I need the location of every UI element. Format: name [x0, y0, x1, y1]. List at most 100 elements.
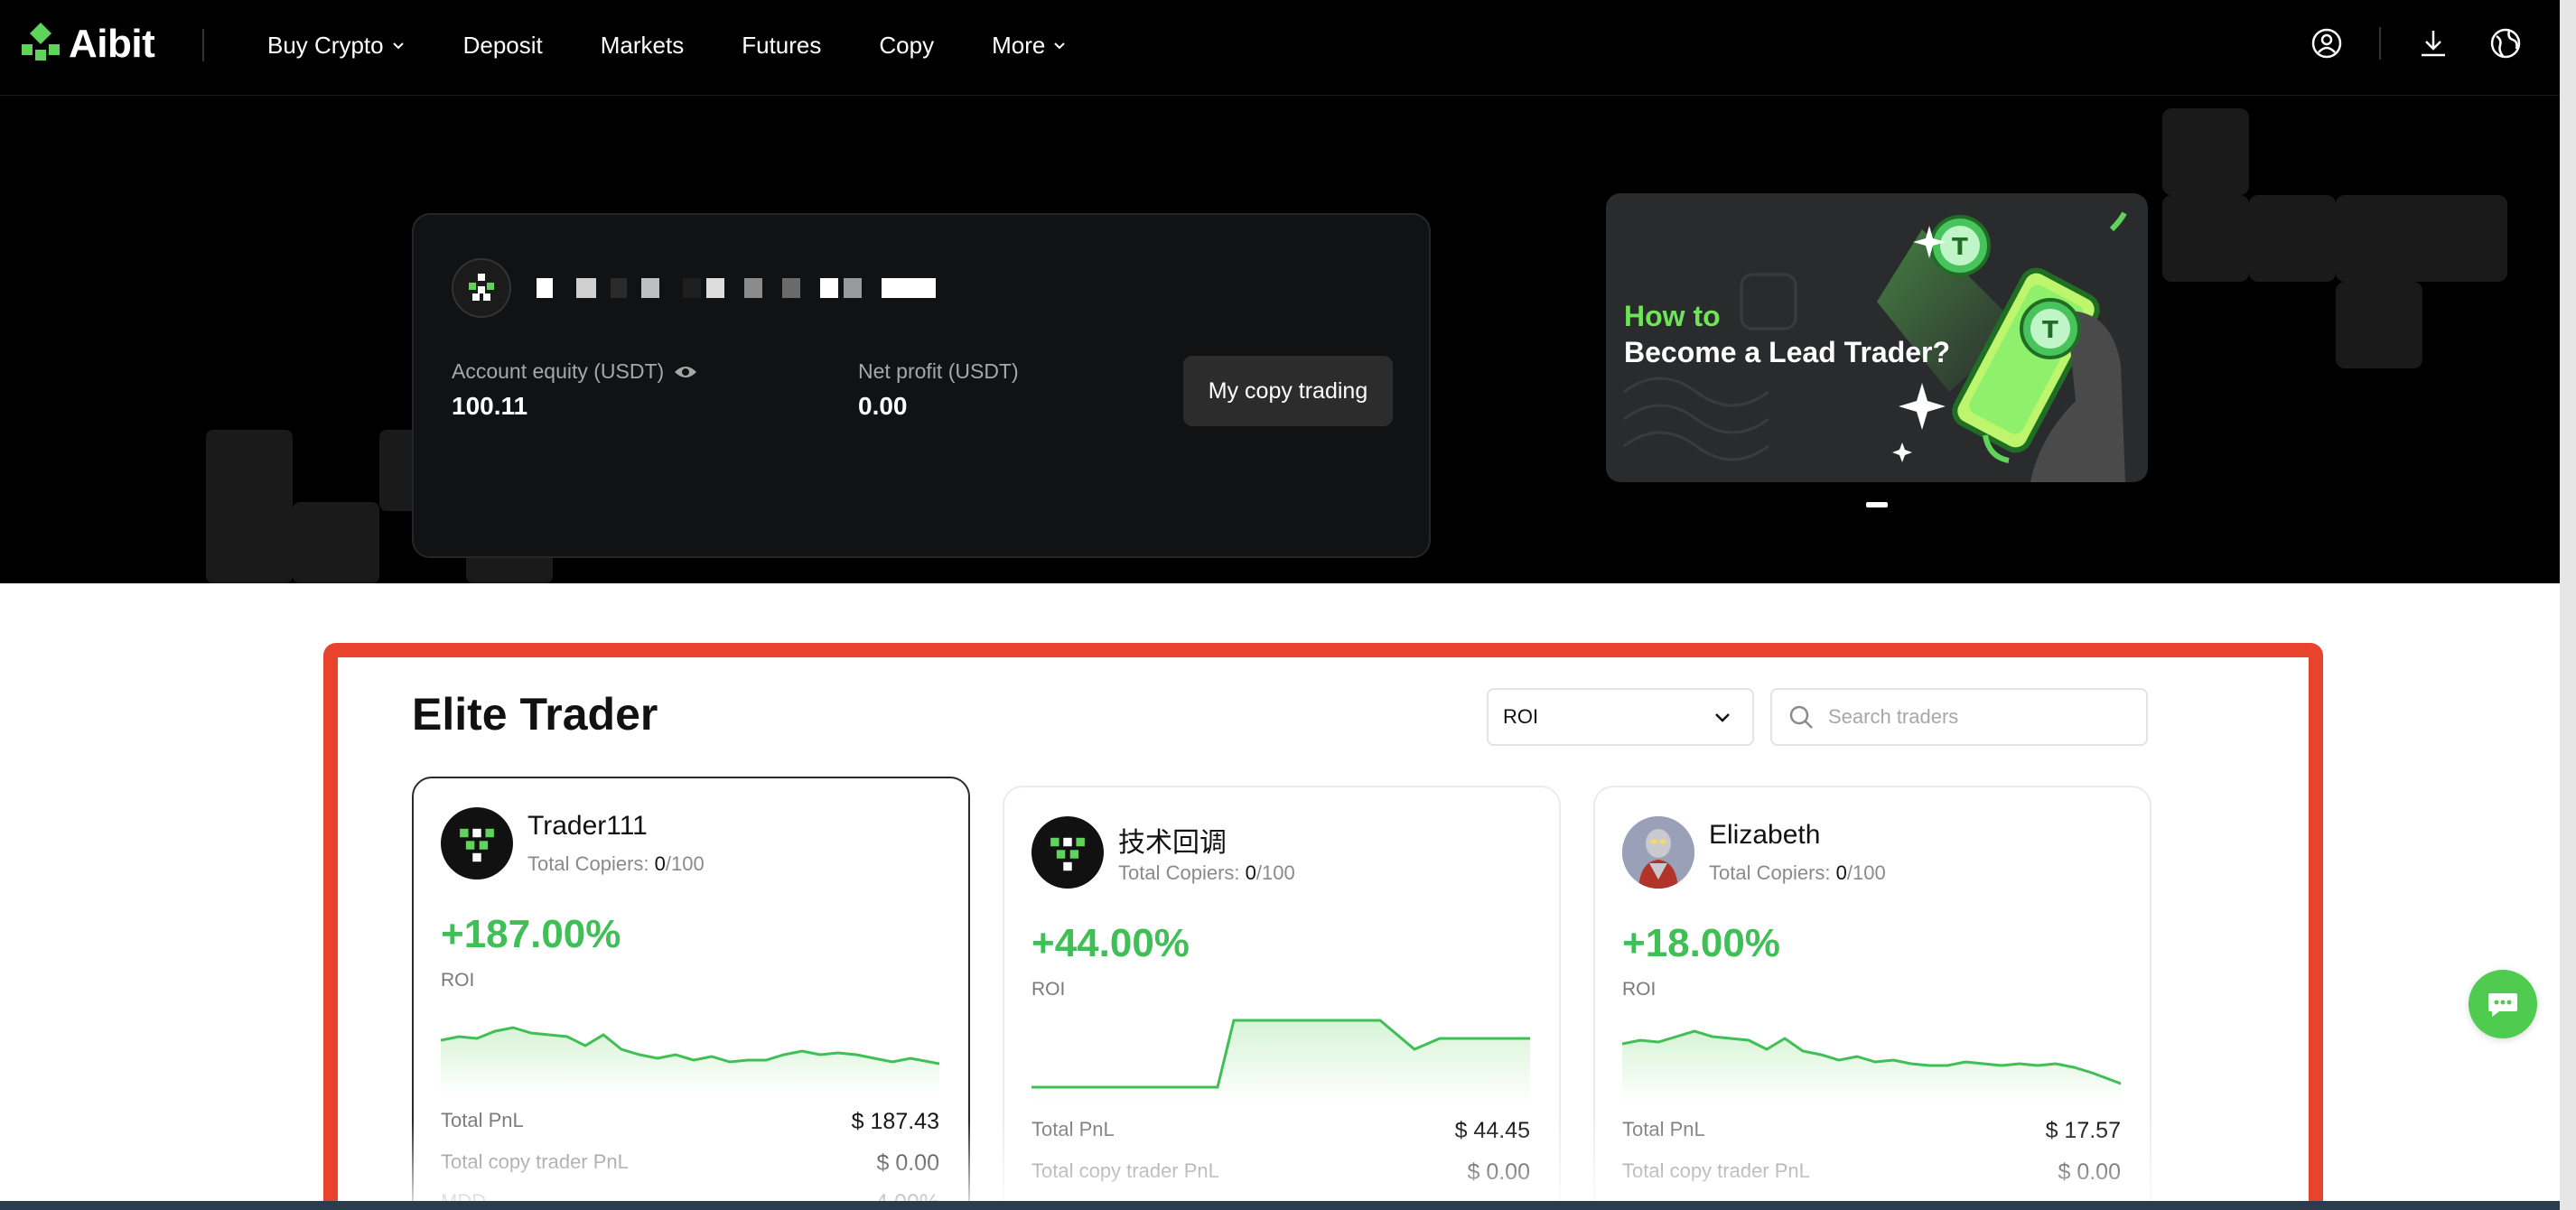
eye-icon[interactable] [673, 363, 698, 381]
nav-divider [202, 29, 204, 61]
nav-deposit[interactable]: Deposit [463, 32, 543, 60]
my-copy-trading-button[interactable]: My copy trading [1183, 356, 1393, 426]
nav-buy-crypto-label: Buy Crypto [267, 31, 384, 59]
masked-pixel [820, 278, 838, 298]
globe-icon[interactable] [2487, 25, 2524, 61]
promo-banner[interactable]: T T How to Become a Lead Trader? [1606, 193, 2148, 482]
total-pnl-value: $ 17.57 [2045, 1118, 2121, 1143]
account-summary-card: Account equity (USDT) 100.11 Net profit … [412, 213, 1431, 558]
trader-name[interactable]: Elizabeth [1709, 820, 1820, 851]
trader-copiers: Total Copiers: 0/100 [1118, 861, 1295, 885]
carousel-indicator[interactable] [1866, 502, 1888, 507]
nav-buy-crypto[interactable]: Buy Crypto [267, 32, 406, 60]
equity-value: 100.11 [452, 392, 528, 420]
top-nav: Aibit Buy Crypto Deposit Markets Futures… [0, 0, 2560, 96]
nav-right-divider [2379, 27, 2381, 60]
nav-menu: Buy Crypto Deposit Markets Futures Copy … [267, 0, 1125, 90]
total-pnl-row: Total PnL $ 187.43 [441, 1109, 939, 1135]
masked-pixel [641, 278, 659, 298]
search-box[interactable] [1770, 688, 2148, 746]
trader-card[interactable]: Elizabeth Total Copiers: 0/100 +18.00% R… [1593, 786, 2151, 1210]
copiers-label: Total Copiers: [1709, 861, 1831, 884]
svg-text:T: T [1952, 234, 1968, 261]
copiers-current: 0 [1835, 861, 1847, 884]
trader-logo-icon [1050, 837, 1085, 871]
user-icon[interactable] [2309, 25, 2345, 61]
roi-sparkline [1622, 1029, 2121, 1103]
trader-roi-label: ROI [1622, 979, 1657, 1000]
character-avatar-icon [1622, 816, 1694, 889]
search-icon [1789, 705, 1813, 729]
masked-pixel [706, 278, 724, 298]
hero-decoration [2162, 195, 2249, 282]
chat-icon [2488, 993, 2517, 1017]
trader-avatar [441, 807, 513, 880]
download-icon[interactable] [2415, 25, 2451, 61]
hero-decoration [293, 502, 379, 583]
total-pnl-label: Total PnL [1031, 1118, 1115, 1140]
masked-pixel [882, 278, 936, 298]
copiers-max: /100 [1255, 861, 1295, 884]
trader-copiers: Total Copiers: 0/100 [1709, 861, 1886, 885]
hero-section: Account equity (USDT) 100.11 Net profit … [0, 96, 2560, 583]
trader-name[interactable]: Trader111 [527, 811, 648, 842]
avatar-logo-icon [469, 274, 494, 301]
svg-text:T: T [2042, 317, 2058, 344]
copy-pnl-label: Total copy trader PnL [441, 1150, 629, 1173]
window-scrollbar[interactable] [2560, 0, 2576, 1210]
copy-pnl-label: Total copy trader PnL [1622, 1159, 1810, 1182]
trader-card[interactable]: 技术回调 Total Copiers: 0/100 +44.00% ROI To… [1003, 786, 1561, 1210]
masked-pixel [844, 278, 862, 298]
total-pnl-row: Total PnL $ 44.45 [1031, 1118, 1530, 1144]
total-pnl-value: $ 187.43 [851, 1109, 939, 1134]
equity-label: Account equity (USDT) [452, 359, 698, 384]
brand-name: Aibit [69, 22, 155, 66]
masked-pixel [683, 278, 701, 298]
equity-label-text: Account equity (USDT) [452, 359, 665, 383]
copiers-label: Total Copiers: [527, 852, 649, 875]
net-profit-value: 0.00 [858, 392, 908, 420]
copiers-current: 0 [1245, 861, 1256, 884]
hero-decoration [206, 430, 293, 583]
chevron-down-icon [1715, 713, 1730, 722]
trader-roi: +44.00% [1031, 921, 1190, 965]
trader-name[interactable]: 技术回调 [1118, 820, 1227, 860]
masked-pixel [611, 278, 627, 298]
sort-dropdown[interactable]: ROI [1487, 688, 1754, 746]
banner-title-line2: Become a Lead Trader? [1624, 336, 1951, 368]
copy-pnl-value: $ 0.00 [1467, 1159, 1530, 1185]
nav-futures-label: Futures [742, 31, 822, 59]
copy-pnl-value: $ 0.00 [2058, 1159, 2121, 1185]
hero-decoration [2336, 282, 2422, 368]
net-profit-label: Net profit (USDT) [858, 359, 1019, 383]
nav-more[interactable]: More [992, 32, 1067, 60]
trader-copiers: Total Copiers: 0/100 [527, 852, 705, 876]
copy-pnl-row: Total copy trader PnL $ 0.00 [1031, 1159, 1530, 1186]
total-pnl-label: Total PnL [1622, 1118, 1705, 1140]
copy-pnl-row: Total copy trader PnL $ 0.00 [441, 1150, 939, 1177]
nav-markets[interactable]: Markets [601, 32, 684, 60]
copy-pnl-label: Total copy trader PnL [1031, 1159, 1219, 1182]
trader-avatar [1622, 816, 1694, 889]
chat-button[interactable] [2469, 970, 2537, 1038]
trader-roi: +187.00% [441, 912, 621, 956]
masked-pixel [744, 278, 762, 298]
copiers-label: Total Copiers: [1118, 861, 1240, 884]
roi-sparkline [441, 1026, 939, 1094]
nav-futures[interactable]: Futures [742, 32, 821, 60]
nav-actions [2309, 25, 2524, 61]
brand-logo[interactable]: Aibit [22, 22, 155, 67]
nav-copy[interactable]: Copy [879, 32, 934, 60]
copy-pnl-row: Total copy trader PnL $ 0.00 [1622, 1159, 2121, 1186]
chevron-down-icon [1054, 42, 1066, 50]
nav-markets-label: Markets [600, 31, 685, 59]
nav-more-label: More [992, 31, 1046, 59]
search-input[interactable] [1828, 705, 2117, 729]
total-pnl-label: Total PnL [441, 1109, 524, 1131]
nav-copy-label: Copy [879, 31, 935, 59]
copiers-max: /100 [665, 852, 705, 875]
trader-card[interactable]: Trader111 Total Copiers: 0/100 +187.00% … [412, 777, 970, 1210]
account-name-masked [537, 278, 936, 298]
masked-pixel [537, 278, 553, 298]
total-pnl-value: $ 44.45 [1454, 1118, 1530, 1143]
